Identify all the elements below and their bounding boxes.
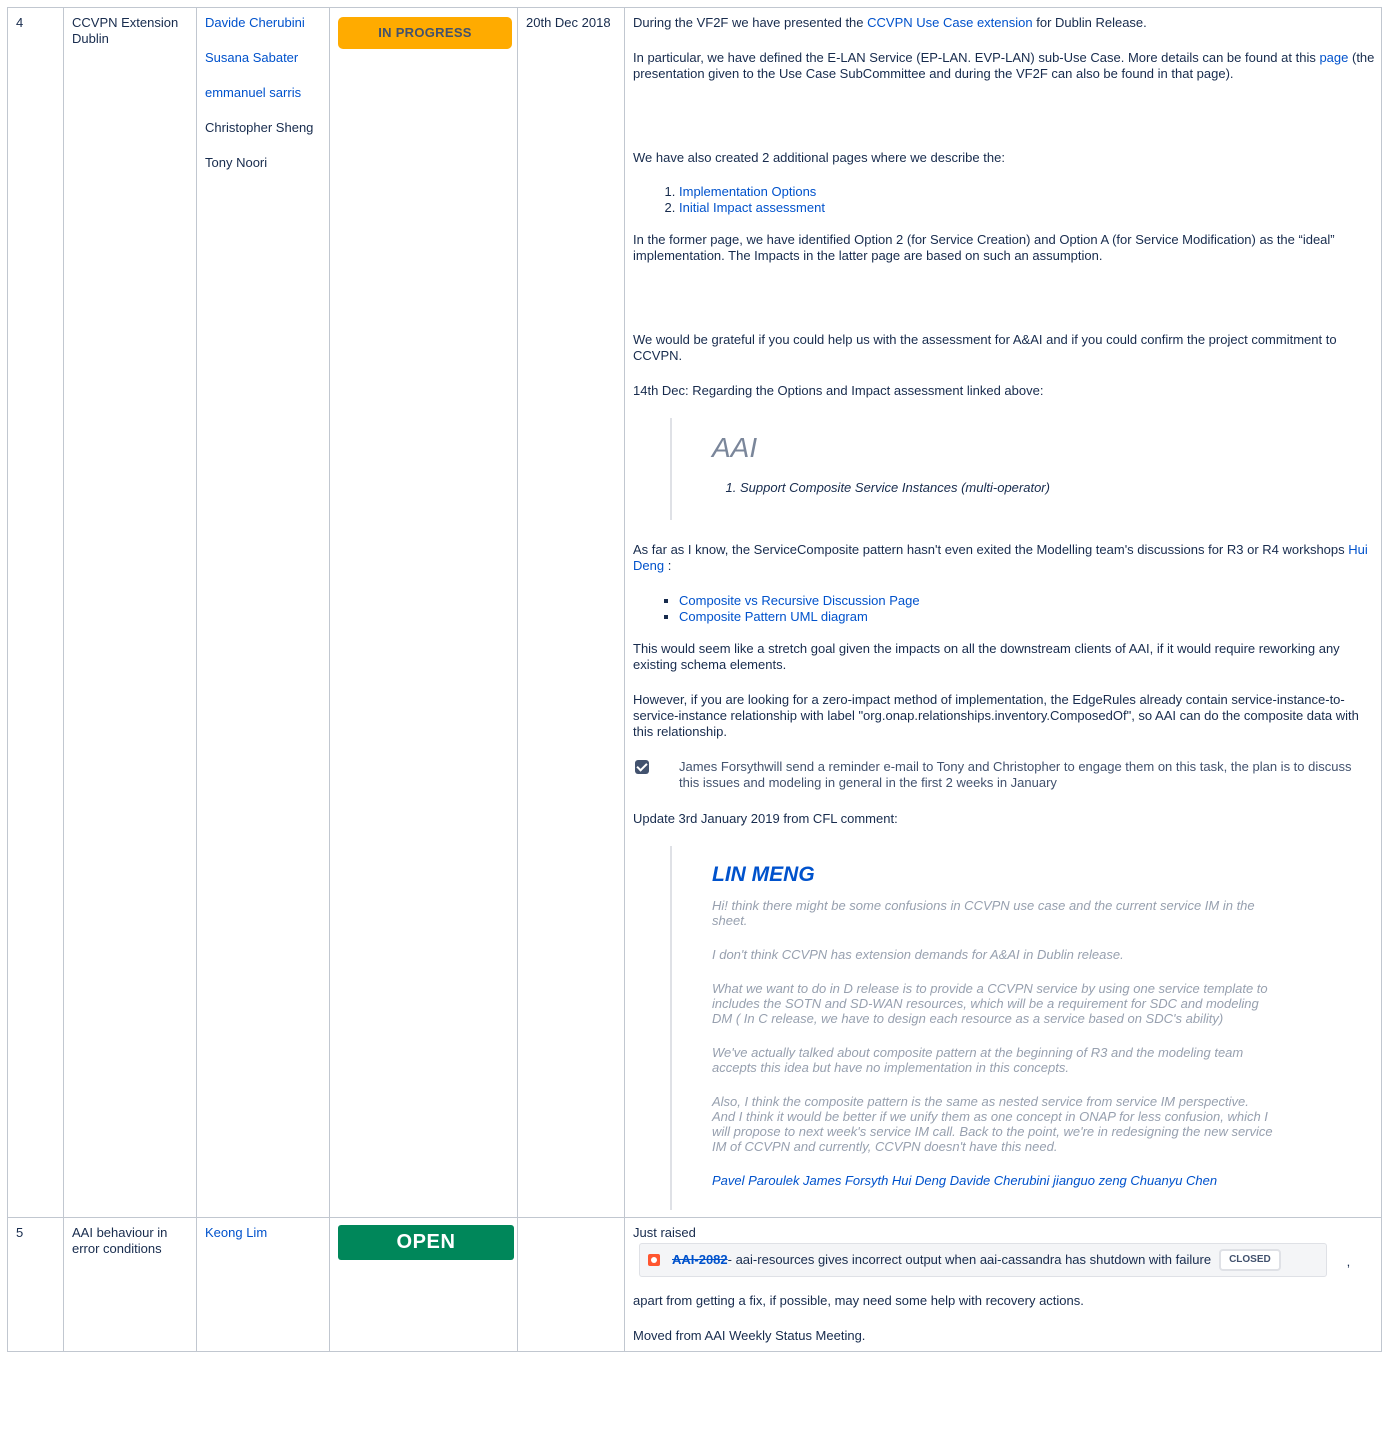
links-list: Composite vs Recursive Discussion Page C…: [633, 593, 1375, 625]
paragraph: During the VF2F we have presented the CC…: [633, 15, 1147, 30]
row-number: 4: [7, 7, 64, 1218]
notes-cell: During the VF2F we have presented the CC…: [624, 7, 1382, 1218]
table-row: 4 CCVPN Extension Dublin Davide Cherubin…: [7, 7, 1382, 1218]
row-title: AAI behaviour in error conditions: [63, 1217, 197, 1352]
row-number: 5: [7, 1217, 64, 1352]
issues-table: 4 CCVPN Extension Dublin Davide Cherubin…: [7, 7, 1382, 1352]
comment-quote-block: LIN MENG Hi! think there might be some c…: [670, 846, 1375, 1210]
owners-cell: Keong Lim: [196, 1217, 330, 1352]
composite-uml-link[interactable]: Composite Pattern UML diagram: [679, 609, 868, 624]
user-link[interactable]: emmanuel sarris: [205, 85, 301, 100]
impact-assessment-link[interactable]: Initial Impact assessment: [679, 200, 825, 215]
paragraph: As far as I know, the ServiceComposite p…: [633, 542, 1368, 573]
task-checkbox[interactable]: [635, 760, 649, 774]
paragraph: In the former page, we have identified O…: [633, 232, 1335, 263]
owners-cell: Davide Cherubini Susana Sabater emmanuel…: [196, 7, 330, 1218]
composite-discussion-link[interactable]: Composite vs Recursive Discussion Page: [679, 593, 920, 608]
task-item: James Forsythwill send a reminder e-mail…: [633, 759, 1375, 791]
mentions[interactable]: Pavel Paroulek James Forsyth Hui Deng Da…: [712, 1173, 1275, 1188]
task-text: James Forsythwill send a reminder e-mail…: [679, 759, 1352, 790]
user-link[interactable]: Davide Cherubini: [205, 15, 305, 30]
options-list: Implementation Options Initial Impact as…: [633, 184, 1375, 216]
quote-paragraph: Hi! think there might be some confusions…: [712, 898, 1255, 928]
paragraph: However, if you are looking for a zero-i…: [633, 692, 1359, 739]
paragraph: We would be grateful if you could help u…: [633, 332, 1337, 363]
quote-paragraph: I don't think CCVPN has extension demand…: [712, 947, 1124, 962]
quote-heading: LIN MENG: [712, 863, 815, 886]
bug-icon: [648, 1254, 660, 1266]
paragraph: Update 3rd January 2019 from CFL comment…: [633, 811, 898, 826]
paragraph: In particular, we have defined the E-LAN…: [633, 50, 1375, 81]
paragraph: apart from getting a fix, if possible, m…: [633, 1293, 1084, 1308]
page-link[interactable]: page: [1319, 50, 1348, 65]
user-link[interactable]: Keong Lim: [205, 1225, 267, 1240]
paragraph: Moved from AAI Weekly Status Meeting.: [633, 1328, 866, 1343]
row-title: CCVPN Extension Dublin: [63, 7, 197, 1218]
status-cell: OPEN: [329, 1217, 518, 1352]
paragraph: 14th Dec: Regarding the Options and Impa…: [633, 383, 1044, 398]
paragraph: This would seem like a stretch goal give…: [633, 641, 1340, 672]
paragraph: Just raised: [633, 1225, 696, 1240]
date-cell: 20th Dec 2018: [517, 7, 625, 1218]
owner-name: Christopher Sheng: [205, 120, 314, 135]
quote-heading: AAI: [712, 432, 758, 463]
status-badge: OPEN: [338, 1225, 514, 1260]
paragraph: We have also created 2 additional pages …: [633, 150, 1005, 165]
implementation-options-link[interactable]: Implementation Options: [679, 184, 816, 199]
quote-paragraph: What we want to do in D release is to pr…: [712, 981, 1268, 1026]
jira-issue-row: AAI-2082 - aai-resources gives incorrect…: [633, 1241, 1375, 1277]
jira-summary: - aai-resources gives incorrect output w…: [727, 1252, 1212, 1267]
quote-paragraph: Also, I think the composite pattern is t…: [712, 1094, 1273, 1154]
jira-issue-macro[interactable]: AAI-2082 - aai-resources gives incorrect…: [639, 1243, 1327, 1277]
jira-status-badge: CLOSED: [1219, 1249, 1281, 1271]
quote-paragraph: We've actually talked about composite pa…: [712, 1045, 1244, 1075]
jira-trailing: ,: [1346, 1254, 1351, 1269]
owner-name: Tony Noori: [205, 155, 268, 170]
jira-issue-key[interactable]: AAI-2082: [672, 1252, 728, 1268]
quote-list-item: Support Composite Service Instances (mul…: [740, 480, 1375, 496]
status-cell: IN PROGRESS: [329, 7, 518, 1218]
date-cell: [517, 1217, 625, 1352]
status-badge: IN PROGRESS: [338, 17, 512, 49]
aai-quote-block: AAI Support Composite Service Instances …: [670, 418, 1375, 520]
ccvpn-extension-link[interactable]: CCVPN Use Case extension: [867, 15, 1032, 30]
notes-cell: Just raised AAI-2082 - aai-resources giv…: [624, 1217, 1382, 1352]
user-link[interactable]: Susana Sabater: [205, 50, 298, 65]
table-row: 5 AAI behaviour in error conditions Keon…: [7, 1217, 1382, 1352]
